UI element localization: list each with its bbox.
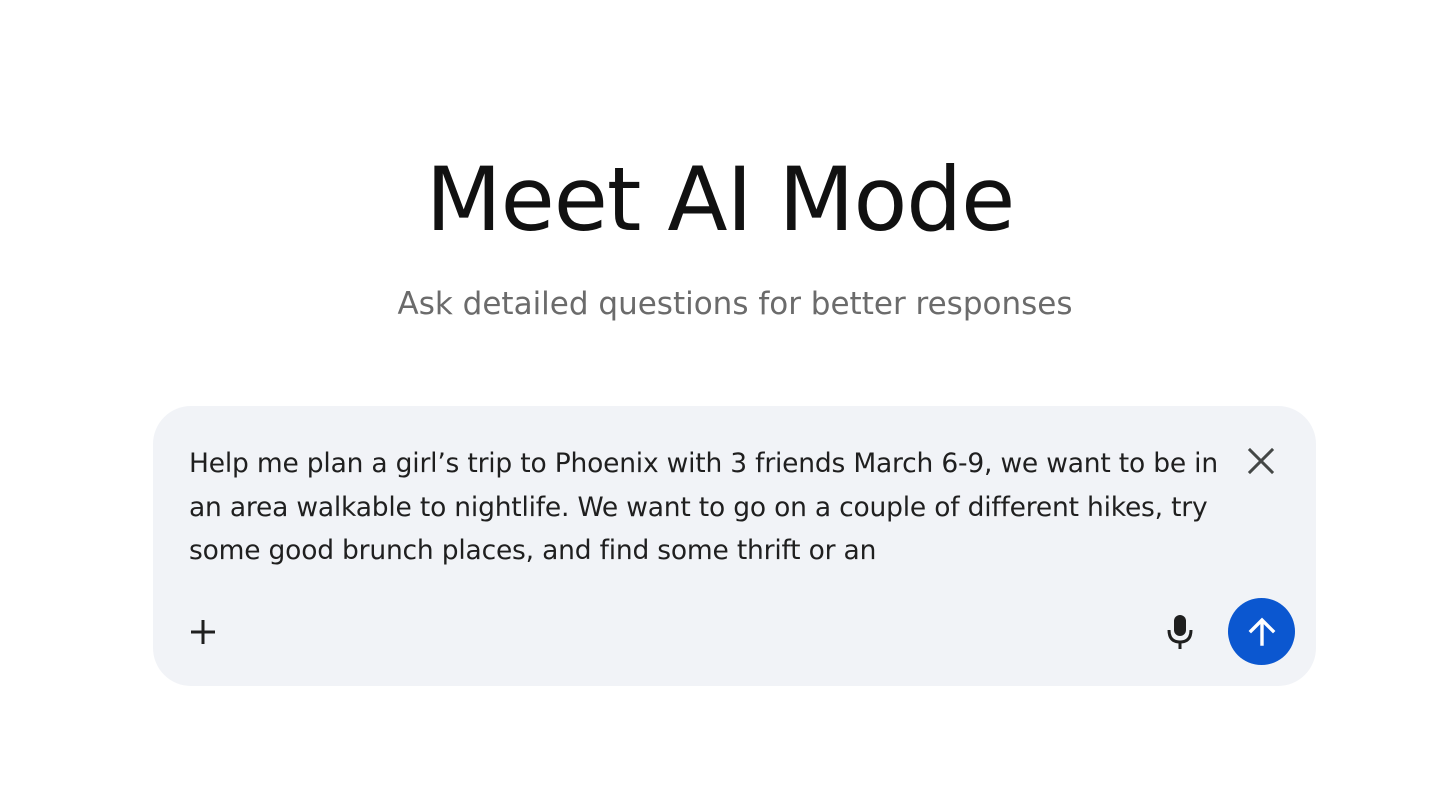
- close-icon: [1247, 447, 1275, 475]
- prompt-input-box[interactable]: Help me plan a girl’s trip to Phoenix wi…: [153, 406, 1316, 686]
- ai-mode-page: Meet AI Mode Ask detailed questions for …: [0, 0, 1440, 810]
- prompt-input-text[interactable]: Help me plan a girl’s trip to Phoenix wi…: [189, 442, 1229, 573]
- clear-prompt-button[interactable]: [1243, 443, 1279, 479]
- voice-input-button[interactable]: [1161, 611, 1199, 653]
- arrow-up-icon: [1248, 617, 1275, 646]
- add-attachment-button[interactable]: [185, 614, 221, 650]
- page-title: Meet AI Mode: [425, 148, 1016, 251]
- plus-icon: [191, 620, 215, 644]
- microphone-icon: [1167, 615, 1193, 649]
- page-subtitle: Ask detailed questions for better respon…: [397, 286, 1073, 322]
- send-button[interactable]: [1228, 598, 1295, 665]
